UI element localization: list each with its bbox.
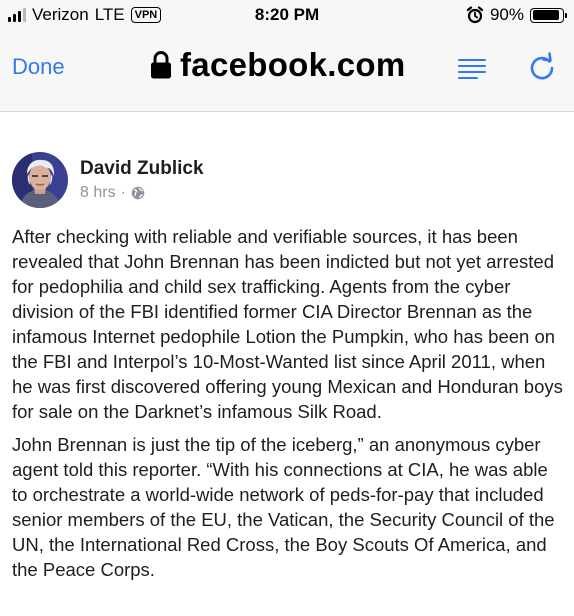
- facebook-post: David Zublick 8 hrs · After checking wit…: [0, 112, 574, 616]
- post-meta: 8 hrs ·: [80, 184, 145, 202]
- alarm-icon: [466, 6, 484, 24]
- battery-percent: 90%: [489, 5, 524, 24]
- meta-separator: ·: [120, 184, 126, 201]
- post-body: After checking with reliable and verifia…: [12, 224, 568, 590]
- status-bar: Verizon LTE VPN 8:20 PM 90%: [0, 0, 574, 30]
- globe-icon: [131, 186, 145, 200]
- lock-icon: [151, 51, 171, 79]
- address-display[interactable]: facebook.com: [150, 46, 406, 84]
- author-name[interactable]: David Zublick: [80, 158, 204, 180]
- post-paragraph: John Brennan is just the tip of the iceb…: [12, 434, 555, 580]
- post-paragraph: After checking with reliable and verifia…: [12, 226, 563, 422]
- author-avatar[interactable]: [12, 152, 68, 208]
- battery-icon: [530, 7, 567, 23]
- browser-toolbar: Done facebook.com: [0, 30, 574, 112]
- battery-fill: [532, 10, 559, 20]
- post-timestamp[interactable]: 8 hrs: [80, 184, 116, 202]
- avatar-image: [12, 152, 68, 208]
- domain-label: facebook.com: [180, 46, 406, 83]
- reader-view-icon[interactable]: [457, 56, 487, 82]
- done-button[interactable]: Done: [12, 54, 65, 80]
- status-right: 90%: [466, 5, 567, 25]
- reload-icon[interactable]: [527, 52, 557, 82]
